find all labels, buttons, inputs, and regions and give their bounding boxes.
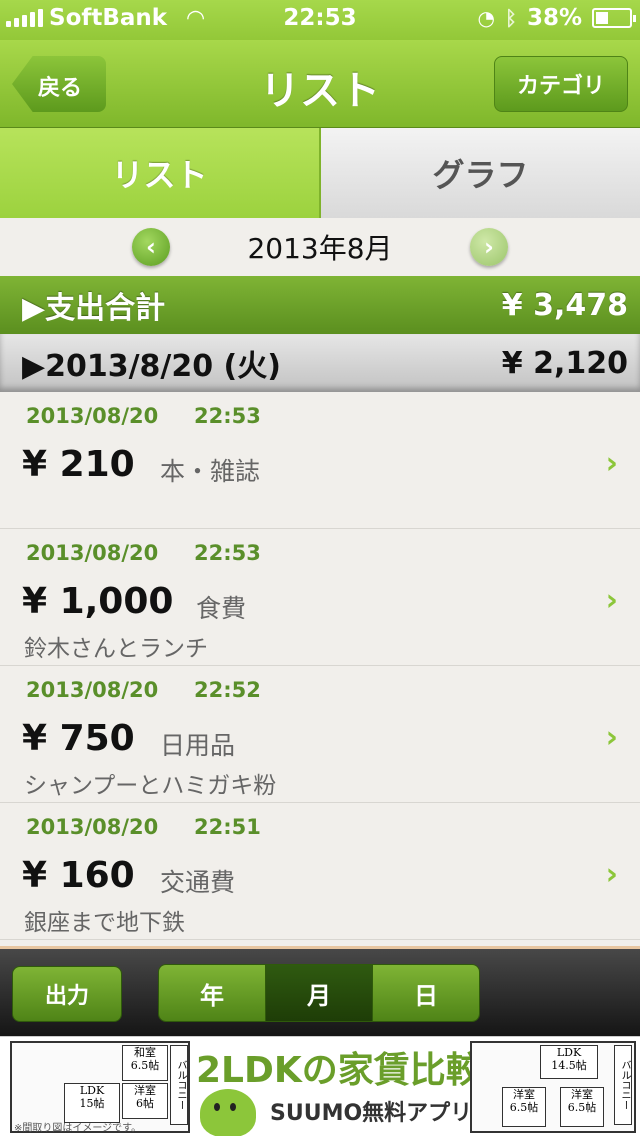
entry-category: 食費 [196,594,247,623]
entry-date: 2013/08/20 [26,404,159,428]
floor-plan-right: LDK 14.5帖 洋室 6.5帖 洋室 6.5帖 バルコニー [470,1041,636,1133]
floor-plan-room: 洋室 6.5帖 [560,1087,604,1127]
floor-plan-room: LDK 14.5帖 [540,1045,598,1079]
tab-list[interactable]: リスト [0,128,321,218]
entry-time: 22:53 [194,541,261,565]
chevron-right-icon: › [484,233,494,261]
current-month: 2013年8月 [247,232,393,265]
period-day-button[interactable]: 日 [373,965,479,1021]
entry-amount: ¥ 1,000 [22,581,174,622]
status-right: ◔ ᛒ 38% [477,5,636,31]
entry-amount: ¥ 210 [22,444,135,485]
bottom-toolbar: 出力 年 月 日 [0,946,640,1036]
floor-plan-room: 洋室 6.5帖 [502,1087,546,1127]
battery-percent: 38% [526,5,582,31]
export-button[interactable]: 出力 [12,966,122,1022]
entry-category: 本・雑誌 [160,457,261,486]
bluetooth-icon: ᛒ [504,6,517,30]
battery-fill [596,12,608,24]
floor-plan-balcony: バルコニー [170,1045,188,1125]
battery-icon [592,8,636,28]
chevron-left-icon: ‹ [146,233,156,261]
expense-total-label: ▶支出合計 [22,291,166,326]
entry-amount: ¥ 750 [22,718,135,759]
list-item[interactable]: 2013/08/20 22:53 ¥ 210 本・雑誌 › [0,392,640,529]
toolbar-divider [0,946,640,949]
entry-memo: 銀座まで地下鉄 [24,910,185,936]
chevron-right-icon: › [605,446,618,481]
entry-memo: 鈴木さんとランチ [24,636,208,662]
floor-plan-room: 和室 6.5帖 [122,1045,168,1081]
entry-time: 22:51 [194,815,261,839]
status-bar: SoftBank ◠ 22:53 ◔ ᛒ 38% [0,0,640,40]
month-navigator: ‹ 2013年8月 › [0,218,640,276]
mascot-icon [200,1089,256,1136]
ad-headline: 2LDKの家賃比較 [196,1050,482,1091]
entry-date: 2013/08/20 [26,815,159,839]
floor-plan-room: 洋室 6帖 [122,1083,168,1119]
entry-memo: シャンプーとハミガキ粉 [24,773,277,799]
expense-list: 2013/08/20 22:53 ¥ 210 本・雑誌 › 2013/08/20… [0,392,640,940]
view-tabs: リスト グラフ [0,128,640,218]
chevron-right-icon: › [605,583,618,618]
expense-total-header[interactable]: ▶支出合計 ¥ 3,478 [0,276,640,334]
entry-date: 2013/08/20 [26,678,159,702]
day-group-label: ▶2013/8/20 (火) [22,349,281,384]
list-item[interactable]: 2013/08/20 22:53 ¥ 1,000 食費 鈴木さんとランチ › [0,529,640,666]
ad-subtitle: SUUMO無料アプリ [270,1101,473,1126]
previous-month-button[interactable]: ‹ [132,228,170,266]
category-button[interactable]: カテゴリ [494,56,628,112]
expense-total-amount: ¥ 3,478 [501,287,628,323]
entry-category: 交通費 [160,868,236,897]
ad-disclaimer: ※間取り図はイメージです。 [14,1123,142,1134]
floor-plan-balcony: バルコニー [614,1045,632,1125]
floor-plan-room: LDK 15帖 [64,1083,120,1123]
ad-banner[interactable]: 和室 6.5帖 LDK 15帖 洋室 6帖 バルコニー 2LDKの家賃比較 SU… [0,1036,640,1136]
entry-amount: ¥ 160 [22,855,135,896]
entry-time: 22:53 [194,404,261,428]
tab-graph[interactable]: グラフ [321,128,640,218]
entry-date: 2013/08/20 [26,541,159,565]
list-item[interactable]: 2013/08/20 22:51 ¥ 160 交通費 銀座まで地下鉄 › [0,803,640,940]
navigation-bar: 戻る リスト カテゴリ [0,40,640,128]
period-month-button[interactable]: 月 [266,965,373,1021]
entry-time: 22:52 [194,678,261,702]
alarm-clock-icon: ◔ [477,6,495,30]
period-selector: 年 月 日 [158,964,480,1022]
next-month-button[interactable]: › [470,228,508,266]
entry-category: 日用品 [160,731,236,760]
period-year-button[interactable]: 年 [159,965,266,1021]
day-group-header[interactable]: ▶2013/8/20 (火) ¥ 2,120 [0,334,640,392]
chevron-right-icon: › [605,720,618,755]
day-group-amount: ¥ 2,120 [501,345,628,381]
list-item[interactable]: 2013/08/20 22:52 ¥ 750 日用品 シャンプーとハミガキ粉 › [0,666,640,803]
chevron-right-icon: › [605,857,618,892]
